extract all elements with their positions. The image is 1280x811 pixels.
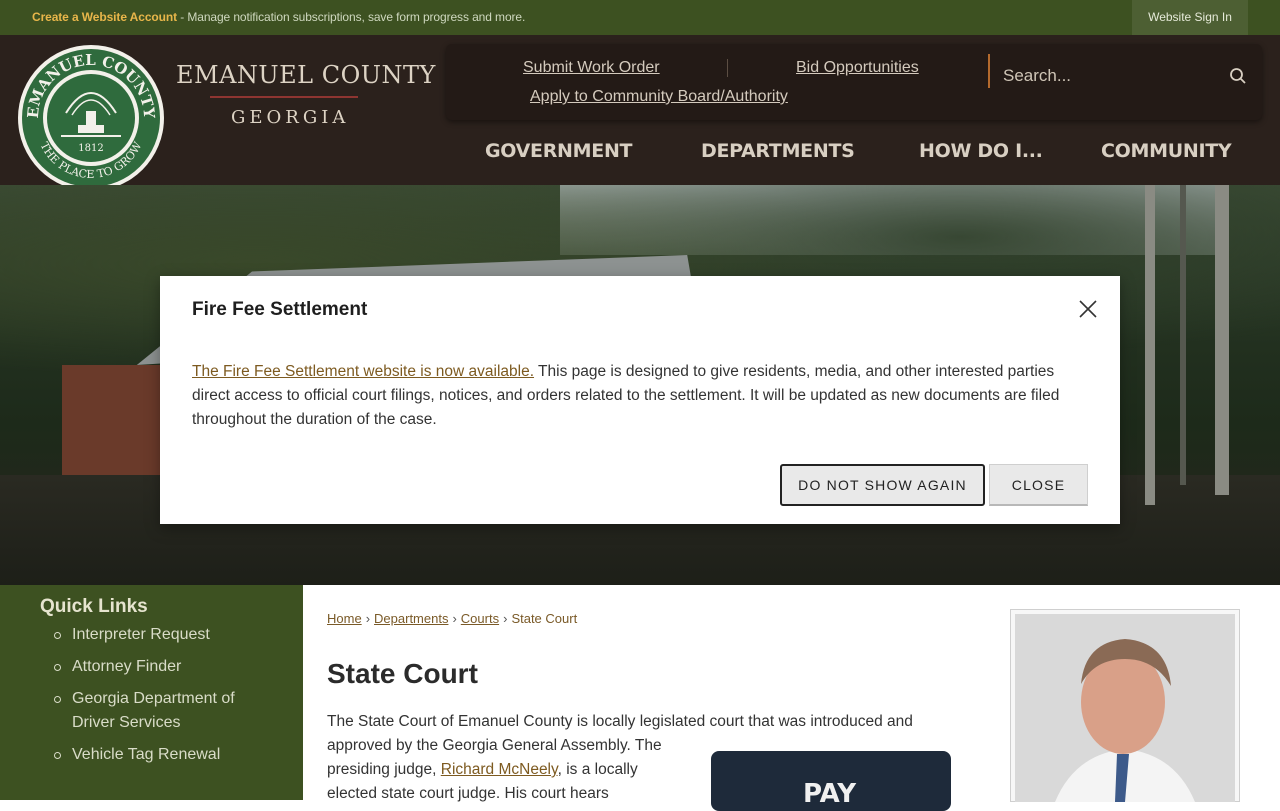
quick-link-item[interactable]: Vehicle Tag Renewal — [54, 743, 262, 767]
hero-tree-trunk — [1145, 185, 1155, 505]
site-header: EMANUEL COUNTY THE PLACE TO GROW 1812 EM… — [0, 35, 1280, 191]
intro-paragraph: approved by the Georgia General Assembly… — [327, 734, 677, 806]
search-divider — [988, 54, 990, 88]
apply-board-link[interactable]: Apply to Community Board/Authority — [530, 88, 788, 106]
quick-link-label[interactable]: Attorney Finder — [72, 658, 181, 675]
judge-photo-frame — [1010, 609, 1240, 802]
bullet-icon — [54, 752, 61, 759]
breadcrumb-current: State Court — [511, 611, 578, 626]
quick-links-sidebar: Quick Links Interpreter Request Attorney… — [0, 585, 303, 800]
quick-link-item[interactable]: Attorney Finder — [54, 655, 262, 679]
quick-link-label[interactable]: Vehicle Tag Renewal — [72, 746, 220, 763]
quick-links-list: Interpreter Request Attorney Finder Geor… — [54, 623, 262, 775]
quick-link-label[interactable]: Georgia Department of Driver Services — [72, 690, 235, 731]
brand-divider — [210, 96, 358, 98]
modal-title: Fire Fee Settlement — [192, 299, 368, 320]
nav-how-do-i[interactable]: HOW DO I... — [919, 140, 1043, 162]
top-bar: Create a Website Account - Manage notifi… — [0, 0, 1280, 35]
breadcrumb-courts[interactable]: Courts — [461, 611, 499, 626]
fire-fee-website-link[interactable]: The Fire Fee Settlement website is now a… — [192, 363, 534, 380]
search-icon[interactable] — [1228, 66, 1248, 86]
create-account-link[interactable]: Create a Website Account — [32, 10, 177, 24]
close-icon[interactable] — [1077, 298, 1099, 320]
bullet-icon — [54, 664, 61, 671]
judge-link[interactable]: Richard McNeely — [441, 761, 558, 778]
quick-link-item[interactable]: Georgia Department of Driver Services — [54, 687, 262, 735]
bullet-icon — [54, 696, 61, 703]
county-name[interactable]: EMANUEL COUNTY — [176, 61, 436, 89]
search-input[interactable] — [1001, 62, 1205, 90]
pay-label: PAY — [803, 779, 857, 809]
hero-tree-trunk — [1180, 185, 1186, 485]
breadcrumb-separator: › — [452, 611, 457, 626]
hero-tree-trunk — [1215, 185, 1229, 495]
nav-departments[interactable]: DEPARTMENTS — [701, 140, 855, 162]
modal-body: The Fire Fee Settlement website is now a… — [192, 360, 1088, 432]
breadcrumb: Home › Departments › Courts › State Court — [327, 611, 577, 626]
account-message: Create a Website Account - Manage notifi… — [32, 10, 525, 24]
state-name[interactable]: GEORGIA — [231, 107, 349, 128]
submit-work-order-link[interactable]: Submit Work Order — [523, 59, 660, 77]
website-sign-in-button[interactable]: Website Sign In — [1132, 0, 1248, 35]
utility-nav: Submit Work Order Bid Opportunities Appl… — [446, 44, 1262, 120]
breadcrumb-departments[interactable]: Departments — [374, 611, 448, 626]
quick-link-item[interactable]: Interpreter Request — [54, 623, 262, 647]
utility-separator — [727, 59, 728, 77]
account-message-text: - Manage notification subscriptions, sav… — [176, 10, 526, 24]
judge-photo — [1015, 614, 1235, 802]
intro-paragraph-line: The State Court of Emanuel County is loc… — [327, 713, 913, 730]
bullet-icon — [54, 632, 61, 639]
fire-fee-modal: Fire Fee Settlement The Fire Fee Settlem… — [160, 276, 1120, 524]
main-content: Home › Departments › Courts › State Court Stat… — [303, 585, 1280, 811]
breadcrumb-separator: › — [503, 611, 508, 626]
nav-government[interactable]: GOVERNMENT — [485, 140, 633, 162]
breadcrumb-home[interactable]: Home — [327, 611, 362, 626]
quick-links-title: Quick Links — [40, 596, 148, 617]
do-not-show-again-button[interactable]: DO NOT SHOW AGAIN — [780, 464, 985, 506]
breadcrumb-separator: › — [365, 611, 371, 626]
close-button[interactable]: CLOSE — [989, 464, 1088, 506]
judge-portrait — [1015, 614, 1235, 802]
quick-link-label[interactable]: Interpreter Request — [72, 626, 210, 643]
pay-button-image[interactable]: PAY — [711, 751, 951, 811]
nav-community[interactable]: COMMUNITY — [1101, 140, 1232, 162]
county-seal-logo[interactable]: EMANUEL COUNTY THE PLACE TO GROW 1812 — [16, 43, 166, 193]
seal-year: 1812 — [78, 143, 103, 154]
bid-opportunities-link[interactable]: Bid Opportunities — [796, 59, 919, 77]
page-title: State Court — [327, 658, 478, 689]
